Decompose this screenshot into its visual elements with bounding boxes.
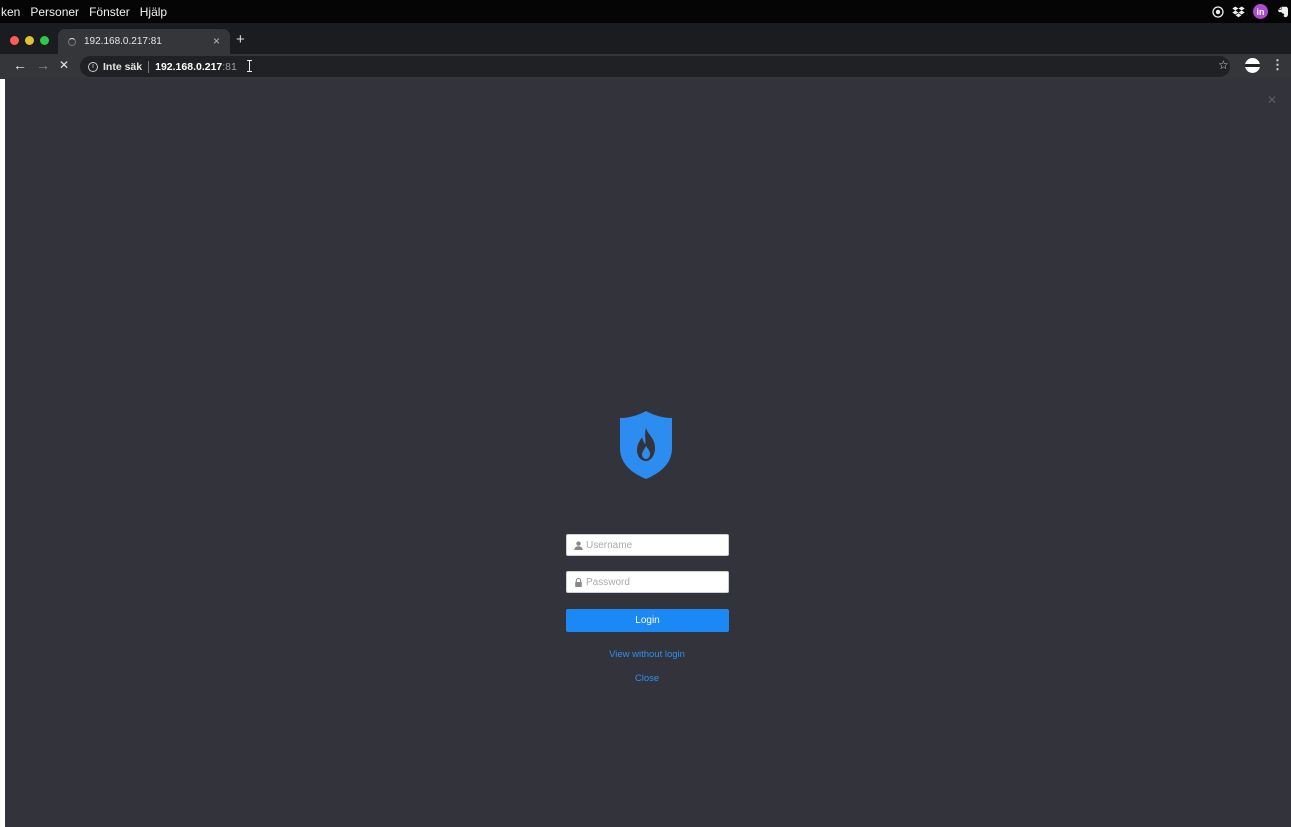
menu-item-ken[interactable]: ken xyxy=(1,5,20,19)
bookmark-star-icon[interactable]: ☆ xyxy=(1218,58,1229,72)
tab-close-icon[interactable]: × xyxy=(213,34,220,48)
security-indicator[interactable]: Inte säk xyxy=(103,61,142,73)
password-input[interactable] xyxy=(586,576,716,588)
user-icon xyxy=(574,540,583,550)
evernote-icon[interactable] xyxy=(1276,5,1289,18)
shield-flame-logo-icon xyxy=(620,411,672,479)
invision-icon[interactable]: in xyxy=(1253,4,1268,19)
browser-tab-strip: 192.168.0.217:81 × + xyxy=(0,23,1291,54)
new-tab-button[interactable]: + xyxy=(236,31,245,48)
more-menu-icon[interactable]: ⋮ xyxy=(1271,57,1284,73)
window-zoom-button[interactable] xyxy=(40,36,49,45)
forward-button[interactable]: → xyxy=(36,57,50,73)
tab-title: 192.168.0.217:81 xyxy=(84,36,162,47)
browser-toolbar: ← → ✕ i Inte säk 192.168.0.217 :81 ☆ ⋮ xyxy=(0,54,1291,79)
lock-icon xyxy=(575,577,582,587)
url-port: :81 xyxy=(222,60,237,73)
os-menu-bar: ken Personer Fönster Hjälp in xyxy=(0,0,1291,23)
record-icon[interactable] xyxy=(1211,5,1224,18)
username-input[interactable] xyxy=(586,539,716,551)
menu-item-fonster[interactable]: Fönster xyxy=(89,5,130,19)
window-minimize-button[interactable] xyxy=(25,36,34,45)
close-icon[interactable]: ✕ xyxy=(1267,93,1277,107)
info-icon[interactable]: i xyxy=(88,61,98,72)
menu-bar-tray: in xyxy=(1211,0,1291,23)
text-cursor-icon xyxy=(246,60,253,72)
window-controls xyxy=(10,36,49,45)
password-field[interactable] xyxy=(566,571,729,593)
stop-loading-button[interactable]: ✕ xyxy=(59,58,69,72)
close-link[interactable]: Close xyxy=(547,673,747,684)
window-close-button[interactable] xyxy=(10,36,19,45)
menu-item-personer[interactable]: Personer xyxy=(30,5,79,19)
login-page: ✕ Login View without login Close xyxy=(5,79,1291,827)
loading-spinner-icon xyxy=(68,37,76,46)
url-host: 192.168.0.217 xyxy=(155,60,223,73)
browser-tab[interactable]: 192.168.0.217:81 × xyxy=(58,29,230,54)
dropbox-icon[interactable] xyxy=(1232,5,1245,18)
username-field[interactable] xyxy=(566,534,729,556)
profile-avatar[interactable] xyxy=(1245,58,1260,73)
menu-item-hjalp[interactable]: Hjälp xyxy=(140,5,167,19)
login-button[interactable]: Login xyxy=(566,609,729,632)
view-without-login-link[interactable]: View without login xyxy=(547,649,747,660)
back-button[interactable]: ← xyxy=(13,57,27,73)
address-divider xyxy=(148,60,150,73)
